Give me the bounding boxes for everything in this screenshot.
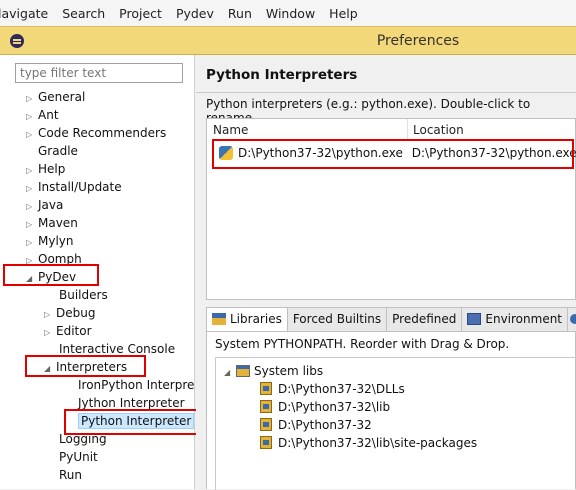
highlight-box-python-interpreter [64, 409, 210, 435]
interpreters-table[interactable]: Name Location D:\Python37-32\python.exe … [206, 118, 576, 300]
library-path: D:\Python37-32\lib\site-packages [278, 436, 478, 450]
tree-item-label: Java [38, 198, 64, 212]
page-title: Python Interpreters [206, 67, 358, 83]
column-header-name[interactable]: Name [213, 123, 248, 137]
folder-library-icon [260, 382, 272, 395]
tree-item-label: Maven [38, 216, 78, 230]
column-divider[interactable] [407, 119, 408, 141]
tree-item-label: Debug [56, 306, 96, 320]
library-path: D:\Python37-32\DLLs [278, 382, 405, 396]
divider [196, 92, 576, 93]
tree-item-label: Ant [38, 108, 59, 122]
list-item[interactable]: D:\Python37-32\lib [260, 398, 390, 416]
tree-item-install-update[interactable]: ▷ Install/Update [26, 178, 122, 196]
tab-label: Environment [485, 312, 563, 326]
libraries-icon [212, 313, 226, 325]
tree-item-builders[interactable]: Builders [47, 286, 108, 304]
tree-item-help[interactable]: ▷ Help [26, 160, 65, 178]
tree-item-label: IronPython Interpre [78, 378, 195, 392]
overflow-icon [570, 314, 576, 324]
tree-item-label: Jython Interpreter [78, 396, 185, 410]
folder-library-icon [260, 418, 272, 431]
folder-library-icon [260, 400, 272, 413]
tree-item-code-recommenders[interactable]: ▷ Code Recommenders [26, 124, 166, 142]
tree-item-label: Mylyn [38, 234, 74, 248]
preferences-tree-pane: ▷General ▷Ant ▷Code Recommenders Gradle … [0, 55, 210, 489]
tree-item-java[interactable]: ▷ Java [26, 196, 63, 214]
tree-item-label: Help [38, 162, 66, 176]
tree-item-mylyn[interactable]: ▷ Mylyn [26, 232, 74, 250]
window-titlebar: Preferences [0, 26, 576, 55]
tree-item-label: Install/Update [38, 180, 122, 194]
tree-item-ant[interactable]: ▷ Ant [26, 106, 59, 124]
tree-item-label: Interactive Console [59, 342, 176, 356]
menu-project[interactable]: Project [112, 6, 169, 21]
folder-library-icon [260, 436, 272, 449]
tree-item-label: Gradle [38, 144, 78, 158]
tree-item-run[interactable]: Run [47, 466, 82, 484]
menu-help[interactable]: Help [322, 6, 365, 21]
tab-environment[interactable]: Environment [461, 307, 569, 331]
filter-input[interactable] [15, 63, 183, 83]
list-item[interactable]: D:\Python37-32 [260, 416, 372, 434]
tree-item-gradle[interactable]: Gradle [26, 142, 78, 160]
tab-forced-builtins[interactable]: Forced Builtins [286, 307, 388, 331]
interpreter-tabs: Libraries Forced Builtins Predefined Env… [206, 307, 576, 332]
tab-label: Forced Builtins [292, 312, 382, 326]
tree-item-label: Run [59, 468, 83, 482]
menu-search[interactable]: Search [55, 6, 112, 21]
tab-libraries[interactable]: Libraries [206, 307, 288, 332]
list-item[interactable]: D:\Python37-32\lib\site-packages [260, 434, 477, 452]
tree-item-ironpython-interpreter[interactable]: IronPython Interpre [66, 376, 194, 394]
collapse-arrow-icon[interactable]: ◢ [224, 364, 236, 382]
highlight-box-interpreters [25, 355, 146, 377]
highlight-box-pydev [3, 264, 99, 286]
library-path: D:\Python37-32 [278, 418, 372, 432]
tree-item-label: Code Recommenders [38, 126, 167, 140]
tab-label: Libraries [230, 312, 282, 326]
tab-overflow[interactable] [567, 307, 576, 331]
tree-item-label: Editor [56, 324, 92, 338]
menu-navigate[interactable]: lavigate [0, 6, 55, 21]
tree-item-general[interactable]: ▷ General [26, 88, 85, 106]
interpreters-panel: Python Interpreters Python interpreters … [196, 55, 576, 490]
tree-item-system-libs[interactable]: ◢ System libs [224, 362, 323, 380]
tree-item-pyunit[interactable]: PyUnit [47, 448, 98, 466]
tree-item-maven[interactable]: ▷ Maven [26, 214, 78, 232]
menu-run[interactable]: Run [221, 6, 259, 21]
environment-icon [467, 313, 482, 325]
libraries-tab-content: System PYTHONPATH. Reorder with Drag & D… [206, 331, 576, 490]
window-menu-icon[interactable] [10, 34, 24, 48]
tab-label: Predefined [392, 312, 457, 326]
tree-item-debug[interactable]: ▷ Debug [44, 304, 95, 322]
menu-pydev[interactable]: Pydev [169, 6, 221, 21]
tree-item-label: PyUnit [59, 450, 98, 464]
menu-bar: lavigate Search Project Pydev Run Window… [0, 0, 576, 26]
tab-predefined[interactable]: Predefined [386, 307, 463, 331]
menu-window[interactable]: Window [259, 6, 322, 21]
tree-item-editor[interactable]: ▷ Editor [44, 322, 92, 340]
tree-item-label: General [38, 90, 86, 104]
pythonpath-label: System PYTHONPATH. Reorder with Drag & D… [215, 337, 510, 351]
library-path: D:\Python37-32\lib [278, 400, 391, 414]
tree-item-label: Builders [59, 288, 108, 302]
window-title: Preferences [376, 32, 460, 49]
highlight-box-interpreter-row [212, 139, 574, 169]
list-item[interactable]: D:\Python37-32\DLLs [260, 380, 405, 398]
system-libs-label: System libs [254, 364, 324, 378]
column-header-location[interactable]: Location [413, 123, 464, 137]
system-libs-icon [236, 365, 250, 377]
libraries-tree[interactable]: ◢ System libs D:\Python37-32\DLLs D:\Pyth… [215, 357, 576, 490]
